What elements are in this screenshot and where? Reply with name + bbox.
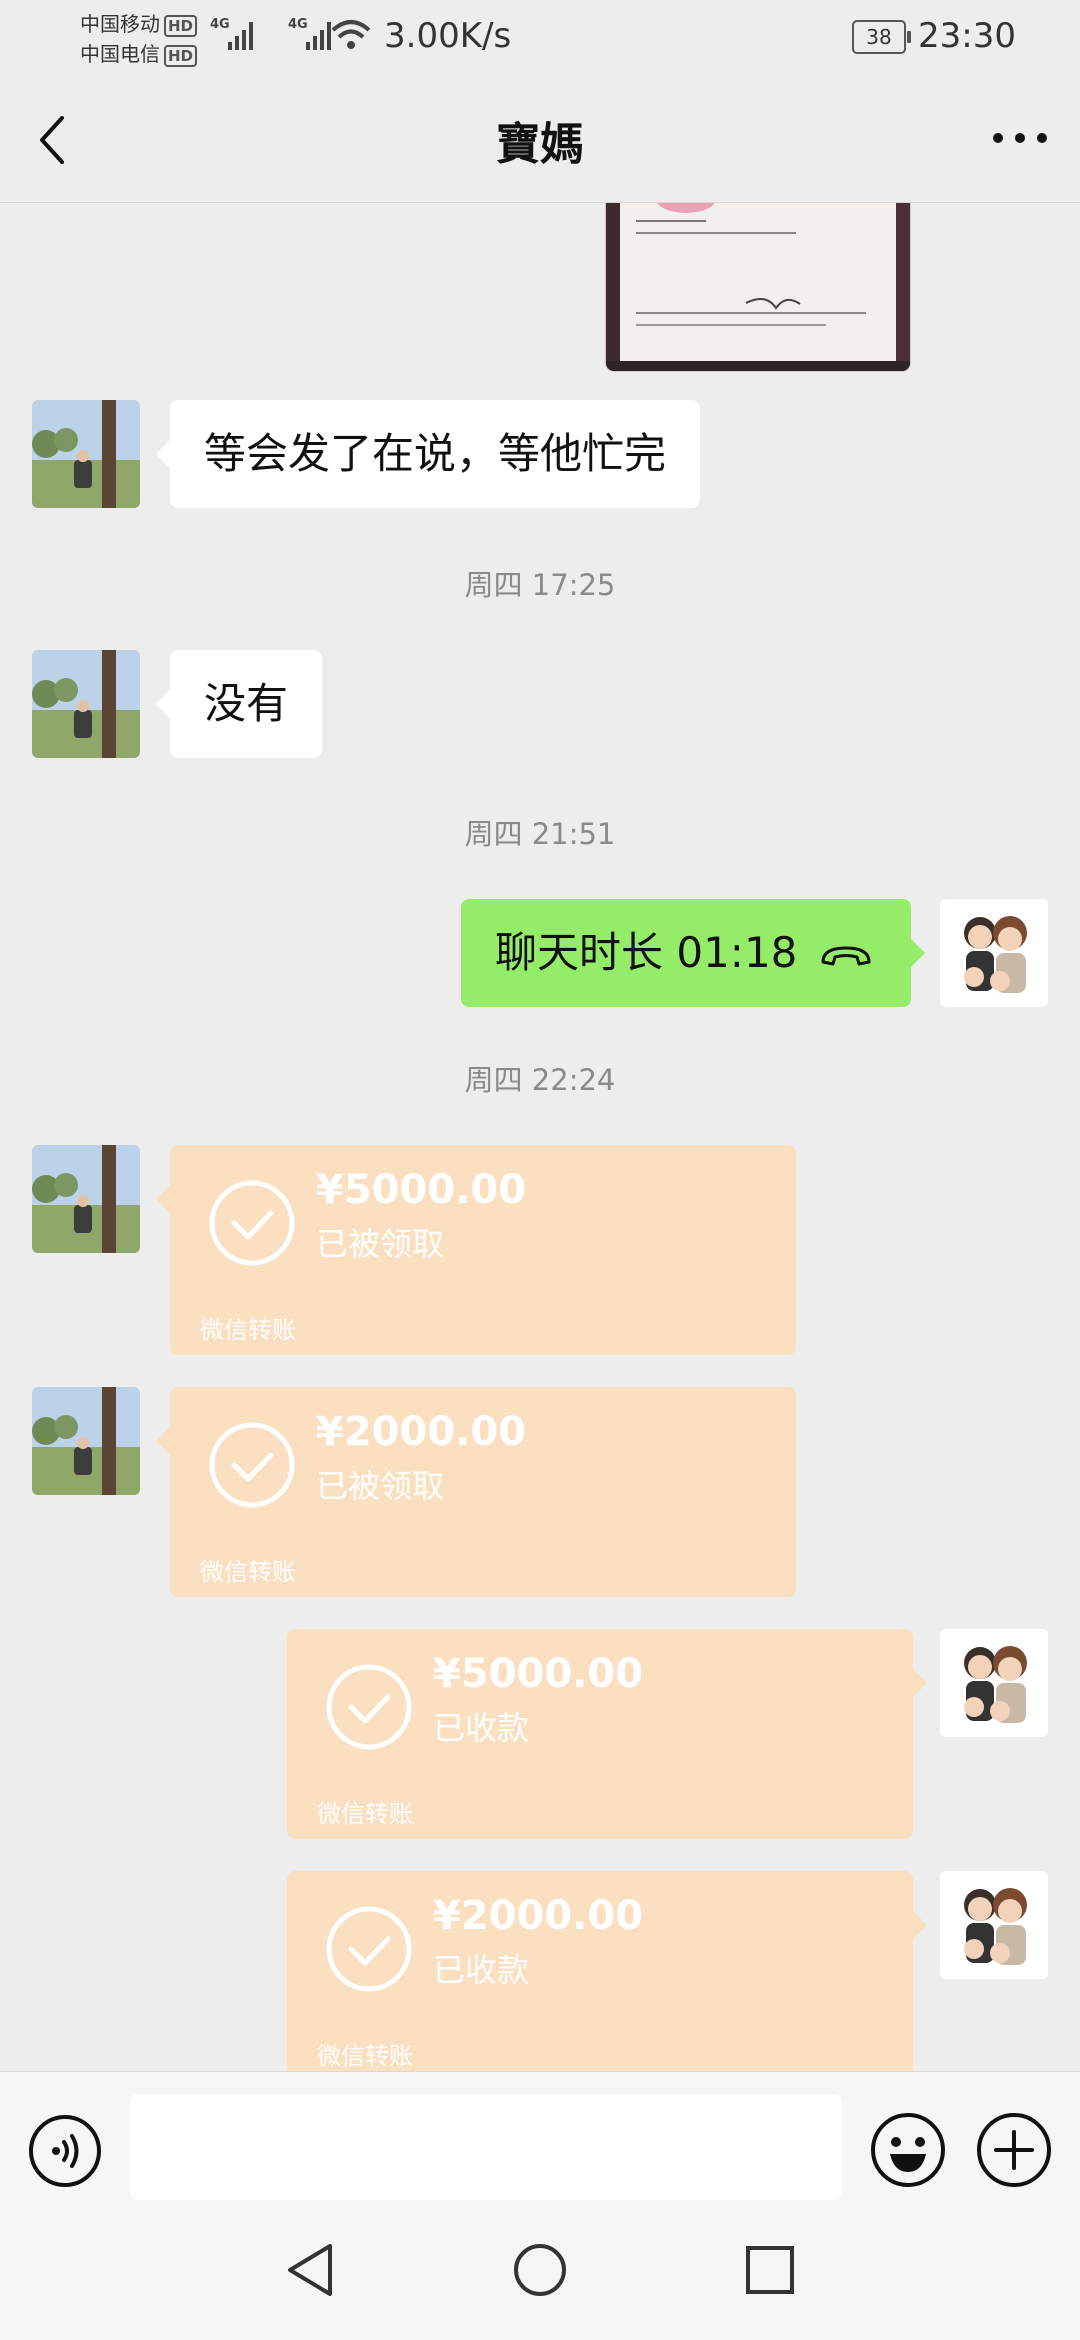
transfer-amount: ¥5000.00 <box>433 1651 644 1697</box>
chat-messages[interactable]: 等会发了在说，等他忙完 周四 17:25 没有 周四 21:51 聊天时长 01… <box>0 203 1080 2071</box>
transfer-label: 微信转账 <box>317 2042 413 2070</box>
circle-home-icon[interactable] <box>512 2240 568 2300</box>
transfer-amount: ¥2000.00 <box>316 1409 527 1455</box>
check-circle-icon <box>326 1664 412 1750</box>
clock: 23:30 <box>918 16 1016 56</box>
emoji-icon[interactable] <box>870 2112 946 2188</box>
chat-title: 寶媽 <box>496 119 584 170</box>
wifi-icon <box>331 20 371 49</box>
my-avatar[interactable] <box>940 1871 1048 1979</box>
contact-avatar[interactable] <box>32 400 140 508</box>
carrier-1-name: 中国移动 <box>80 12 160 36</box>
my-avatar[interactable] <box>940 899 1048 1007</box>
contact-avatar[interactable] <box>32 1387 140 1495</box>
transfer-card[interactable]: ¥5000.00 已收款 微信转账 <box>287 1629 927 1839</box>
transfer-label: 微信转账 <box>200 1316 296 1344</box>
system-navigation-bar <box>0 2202 1080 2340</box>
transfer-status: 已收款 <box>433 1709 530 1747</box>
transfer-card[interactable]: ¥5000.00 已被领取 微信转账 <box>156 1145 796 1355</box>
carrier-2: 中国电信 HD <box>80 38 198 67</box>
received-text-bubble[interactable]: 没有 <box>155 650 323 758</box>
call-duration-text: 聊天时长 01:18 <box>495 928 798 977</box>
contact-avatar[interactable] <box>32 650 140 758</box>
voice-icon[interactable] <box>28 2114 102 2188</box>
transfer-card[interactable]: ¥2000.00 已收款 微信转账 <box>287 1871 927 2071</box>
svg-text:4G: 4G <box>288 17 308 32</box>
timestamp-separator: 周四 17:25 <box>464 568 616 602</box>
carrier-2-name: 中国电信 <box>80 42 160 66</box>
transfer-status: 已被领取 <box>316 1225 445 1263</box>
more-dots-icon[interactable] <box>990 128 1050 148</box>
timestamp-separator: 周四 21:51 <box>464 817 616 851</box>
transfer-label: 微信转账 <box>317 1800 413 1828</box>
transfer-amount: ¥2000.00 <box>433 1893 644 1939</box>
plus-icon[interactable] <box>976 2112 1052 2188</box>
check-circle-icon <box>209 1422 295 1508</box>
transfer-status: 已被领取 <box>316 1467 445 1505</box>
square-recents-icon[interactable] <box>742 2240 798 2300</box>
carrier-1: 中国移动 HD <box>80 8 198 37</box>
transfer-card[interactable]: ¥2000.00 已被领取 微信转账 <box>156 1387 796 1597</box>
contact-avatar[interactable] <box>32 1145 140 1253</box>
my-avatar[interactable] <box>940 1629 1048 1737</box>
transfer-status: 已收款 <box>433 1951 530 1989</box>
message-input[interactable] <box>130 2094 842 2200</box>
received-text-bubble[interactable]: 等会发了在说，等他忙完 <box>155 400 701 508</box>
transfer-label: 微信转账 <box>200 1558 296 1586</box>
timestamp-separator: 周四 22:24 <box>464 1063 616 1097</box>
hd-badge: HD <box>164 15 198 37</box>
status-bar: 中国移动 HD 中国电信 HD 4G 4G 3.00K/s 38 23:30 <box>0 0 1080 72</box>
battery-icon: 38 <box>852 20 911 54</box>
transfer-amount: ¥5000.00 <box>316 1167 527 1213</box>
signal-icon: 4G <box>210 17 253 50</box>
check-circle-icon <box>209 1180 295 1266</box>
hd-badge: HD <box>164 45 198 67</box>
sent-call-bubble[interactable]: 聊天时长 01:18 <box>461 899 925 1007</box>
check-circle-icon <box>326 1906 412 1992</box>
chat-header: 寶媽 <box>0 72 1080 203</box>
input-bar <box>0 2071 1080 2202</box>
document-photo <box>606 203 910 371</box>
svg-text:4G: 4G <box>210 17 230 32</box>
image-message[interactable] <box>606 203 910 371</box>
network-speed: 3.00K/s <box>384 16 512 56</box>
phone-hangup-icon <box>821 946 871 965</box>
triangle-back-icon[interactable] <box>282 2240 338 2300</box>
